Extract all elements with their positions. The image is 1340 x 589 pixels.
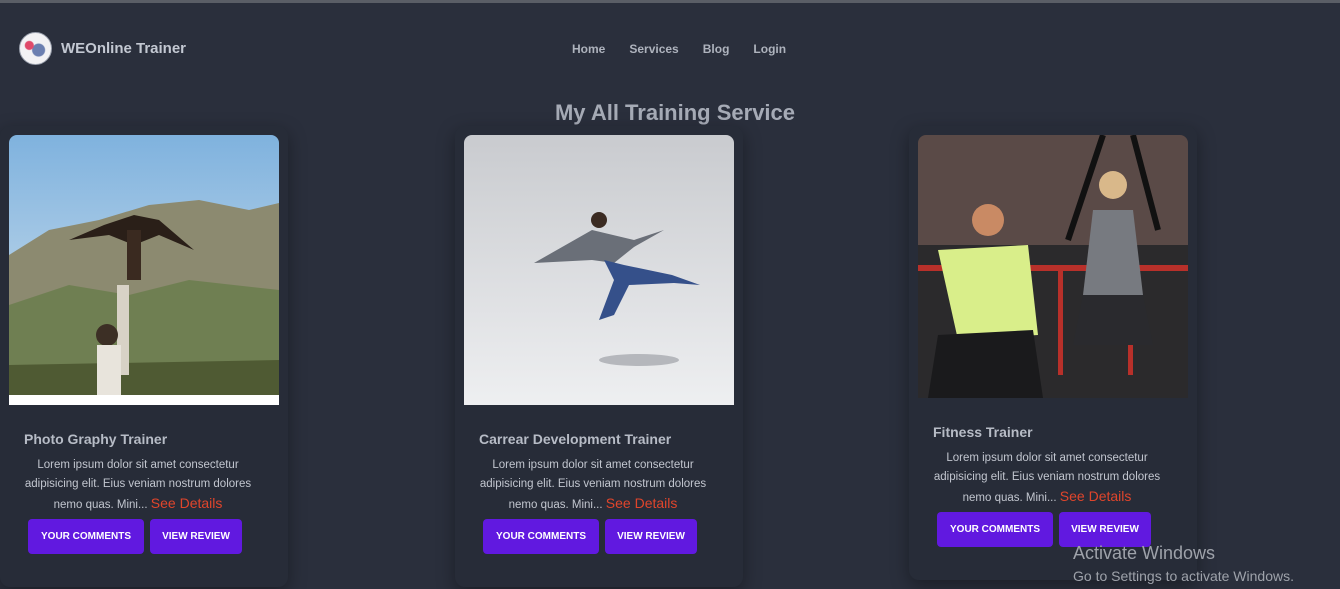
- your-comments-button[interactable]: YOUR COMMENTS: [28, 519, 144, 554]
- eagle-photo-image: [9, 135, 279, 405]
- card-title: Fitness Trainer: [933, 424, 1033, 440]
- nav-home[interactable]: Home: [572, 42, 605, 56]
- card-description: Lorem ipsum dolor sit amet consectetur a…: [24, 456, 252, 515]
- service-card-career: Carrear Development Trainer Lorem ipsum …: [455, 126, 743, 587]
- page-title: My All Training Service: [554, 100, 796, 125]
- fitness-trainers-image: [918, 135, 1188, 398]
- logo-icon: [19, 32, 52, 65]
- nav-blog[interactable]: Blog: [703, 42, 730, 56]
- card-image-photography: [9, 135, 279, 405]
- card-title: Carrear Development Trainer: [479, 431, 672, 447]
- brand-name: WEOnline Trainer: [61, 40, 187, 57]
- card-actions: YOUR COMMENTS VIEW REVIEW: [28, 519, 248, 554]
- see-details-link[interactable]: See Details: [151, 495, 223, 511]
- card-actions: YOUR COMMENTS VIEW REVIEW: [937, 512, 1157, 547]
- main-nav: Home Services Blog Login: [572, 42, 810, 56]
- activate-windows-watermark: Activate Windows Go to Settings to activ…: [1073, 543, 1294, 584]
- brand[interactable]: WEOnline Trainer: [19, 32, 186, 65]
- card-image-career: [464, 135, 734, 405]
- view-review-button[interactable]: VIEW REVIEW: [605, 519, 697, 554]
- see-details-link[interactable]: See Details: [1060, 488, 1132, 504]
- service-card-fitness: Fitness Trainer Lorem ipsum dolor sit am…: [909, 126, 1197, 580]
- window-top-border: [0, 0, 1340, 3]
- card-description: Lorem ipsum dolor sit amet consectetur a…: [933, 449, 1161, 508]
- your-comments-button[interactable]: YOUR COMMENTS: [483, 519, 599, 554]
- card-image-fitness: [918, 135, 1188, 398]
- watermark-title: Activate Windows: [1073, 543, 1216, 563]
- your-comments-button[interactable]: YOUR COMMENTS: [937, 512, 1053, 547]
- card-title: Photo Graphy Trainer: [24, 431, 168, 447]
- jumping-man-image: [464, 135, 734, 405]
- nav-login[interactable]: Login: [753, 42, 786, 56]
- card-actions: YOUR COMMENTS VIEW REVIEW: [483, 519, 703, 554]
- view-review-button[interactable]: VIEW REVIEW: [1059, 512, 1151, 547]
- card-description: Lorem ipsum dolor sit amet consectetur a…: [479, 456, 707, 515]
- watermark-subtitle: Go to Settings to activate Windows.: [1073, 568, 1294, 584]
- nav-services[interactable]: Services: [629, 42, 678, 56]
- view-review-button[interactable]: VIEW REVIEW: [150, 519, 242, 554]
- see-details-link[interactable]: See Details: [606, 495, 678, 511]
- service-card-photography: Photo Graphy Trainer Lorem ipsum dolor s…: [0, 126, 288, 587]
